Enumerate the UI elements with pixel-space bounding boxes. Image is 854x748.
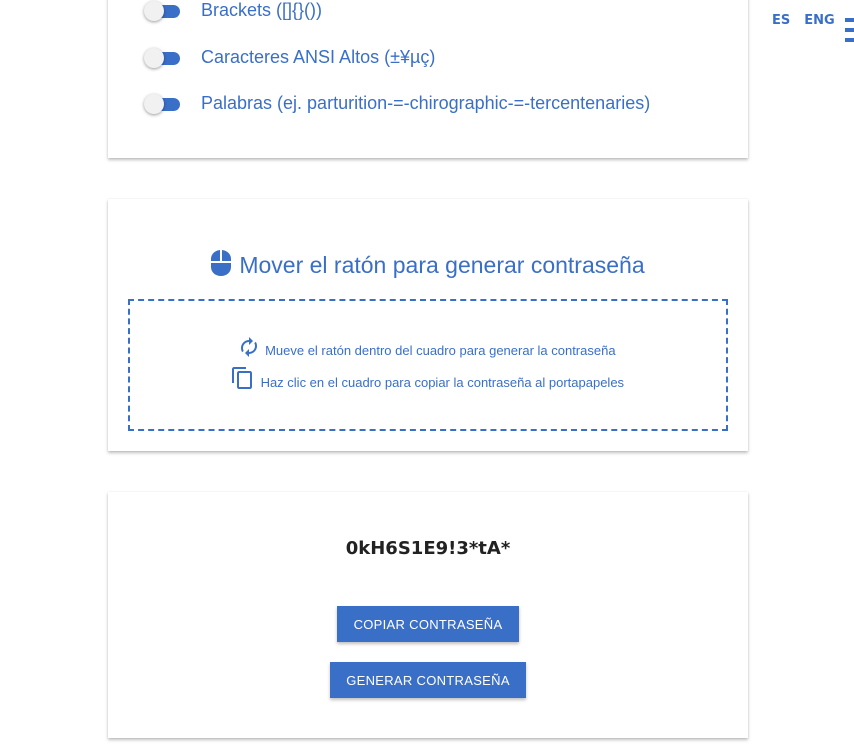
hint-copy: Haz clic en el cuadro para copiar la con…	[130, 367, 726, 390]
brackets-toggle[interactable]	[144, 0, 180, 21]
option-row-ansi: Caracteres ANSI Altos (±¥µç)	[144, 47, 435, 68]
lang-es-link[interactable]: ES	[772, 13, 790, 28]
generate-password-button[interactable]: GENERAR CONTRASEÑA	[330, 662, 526, 698]
hint-move: Mueve el ratón dentro del cuadro para ge…	[130, 337, 726, 358]
refresh-icon	[240, 337, 265, 358]
hint-move-text: Mueve el ratón dentro del cuadro para ge…	[265, 343, 616, 358]
option-row-words: Palabras (ej. parturition-=-chirographic…	[144, 93, 650, 114]
language-switch: ES ENG	[772, 13, 835, 28]
lang-eng-link[interactable]: ENG	[804, 13, 834, 28]
mouse-section-heading: Mover el ratón para generar contraseña	[108, 250, 748, 282]
ansi-toggle[interactable]	[144, 47, 180, 68]
words-label: Palabras (ej. parturition-=-chirographic…	[201, 93, 651, 113]
hint-copy-text: Haz clic en el cuadro para copiar la con…	[260, 375, 625, 390]
copy-icon	[231, 367, 261, 390]
generated-password: 0kH6S1E9!3*tA*	[345, 538, 511, 559]
mouse-icon	[211, 250, 232, 282]
hamburger-menu-icon[interactable]	[845, 18, 854, 44]
mouse-card: Mover el ratón para generar contraseña M…	[108, 199, 748, 451]
result-card: 0kH6S1E9!3*tA* COPIAR CONTRASEÑA GENERAR…	[108, 492, 748, 738]
mouse-capture-area[interactable]: Mueve el ratón dentro del cuadro para ge…	[128, 299, 728, 431]
copy-password-button[interactable]: COPIAR CONTRASEÑA	[337, 606, 519, 642]
option-row-brackets: Brackets ([]{}())	[144, 0, 322, 21]
ansi-label: Caracteres ANSI Altos (±¥µç)	[201, 47, 436, 67]
options-card: Brackets ([]{}()) Caracteres ANSI Altos …	[108, 0, 748, 158]
mouse-section-title: Mover el ratón para generar contraseña	[239, 252, 645, 278]
brackets-label: Brackets ([]{}())	[201, 0, 323, 20]
words-toggle[interactable]	[144, 93, 180, 114]
